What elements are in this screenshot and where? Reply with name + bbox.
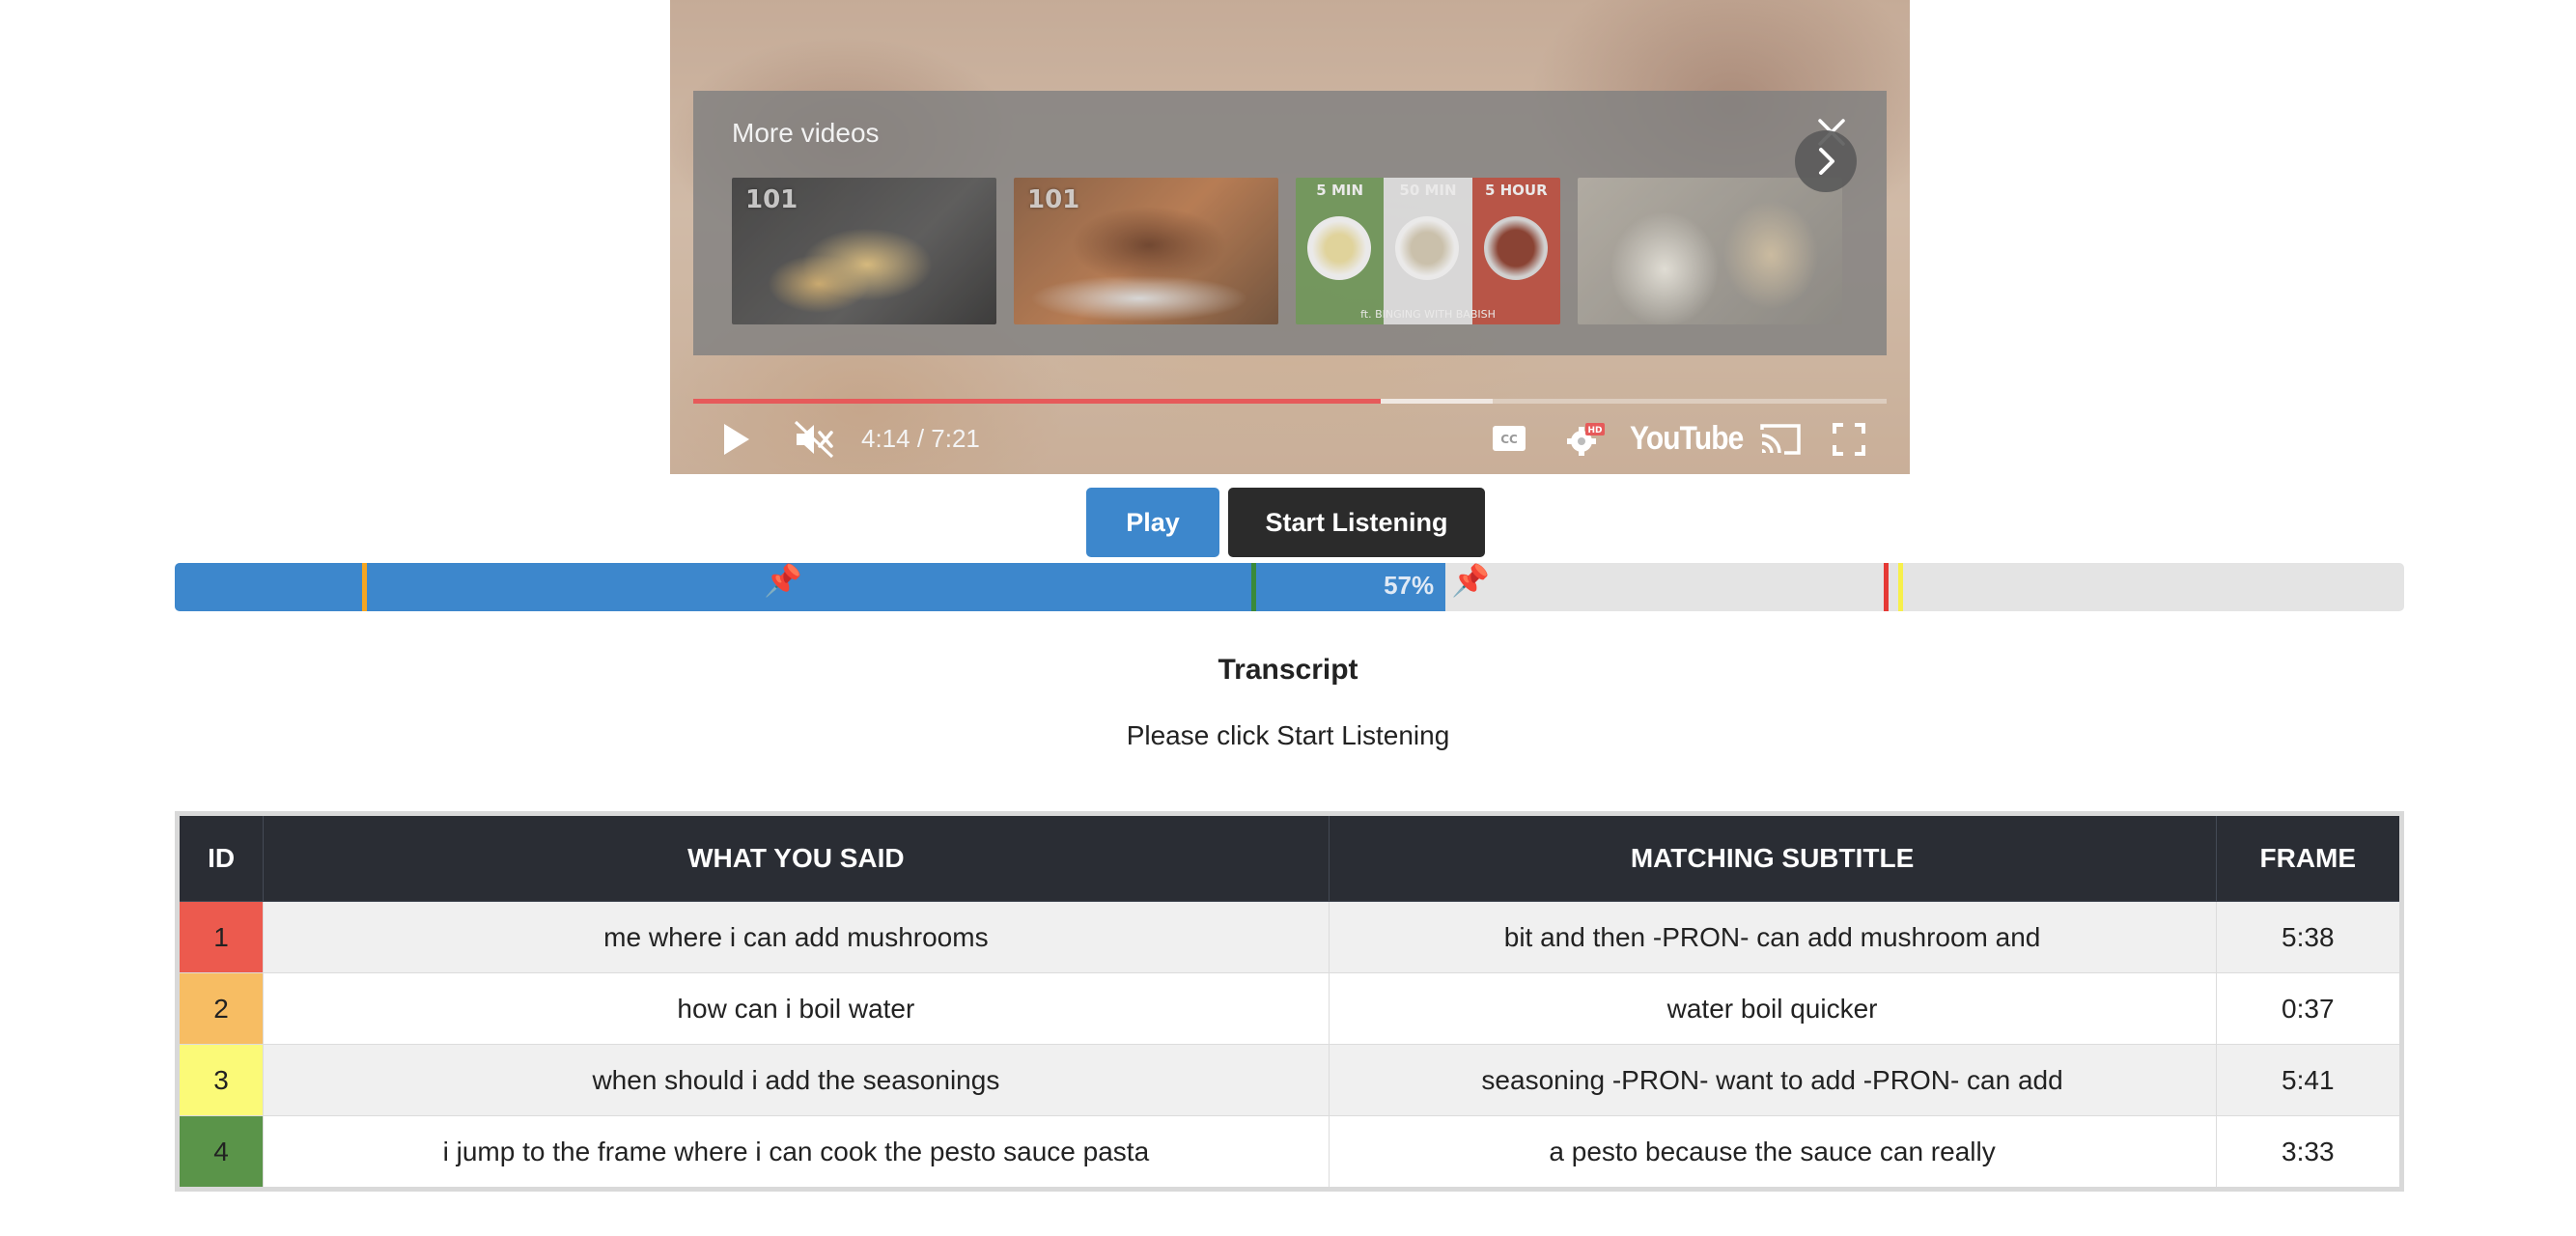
pin-icon[interactable]: 📌 xyxy=(764,565,802,596)
table-row[interactable]: 4 i jump to the frame where i can cook t… xyxy=(176,1115,2403,1190)
header-id: ID xyxy=(176,813,265,902)
captions-icon[interactable]: CC xyxy=(1491,424,1527,458)
video-thumbnail-chicken[interactable]: 101 xyxy=(1014,178,1278,324)
thumbnail-caption: 50 MIN xyxy=(1399,182,1457,199)
thumbnail-badge: 101 xyxy=(745,185,798,214)
pin-icon[interactable]: 📌 xyxy=(1451,565,1490,596)
cast-icon[interactable] xyxy=(1759,422,1802,462)
fullscreen-icon[interactable] xyxy=(1832,422,1866,462)
mute-icon[interactable] xyxy=(794,420,836,464)
timeline-marker-3[interactable] xyxy=(1898,563,1904,611)
row-frame[interactable]: 0:37 xyxy=(2215,972,2403,1045)
row-what-you-said: when should i add the seasonings xyxy=(263,1044,1330,1116)
video-thumbnail-noodles[interactable]: 5 MIN 50 MIN 5 HOUR ft. BINGING WITH BAB… xyxy=(1296,178,1560,324)
listening-timeline[interactable]: 57% 📌 📌 xyxy=(175,563,2404,611)
video-player[interactable]: More videos 101 101 5 MIN 50 MIN 5 HOUR … xyxy=(670,0,1910,474)
table-header-row: ID WHAT YOU SAID MATCHING SUBTITLE FRAME xyxy=(176,813,2403,902)
video-time: 4:14 / 7:21 xyxy=(861,424,980,453)
results-table: ID WHAT YOU SAID MATCHING SUBTITLE FRAME… xyxy=(175,811,2404,1192)
start-listening-button[interactable]: Start Listening xyxy=(1228,488,1485,557)
youtube-logo[interactable]: YouTube xyxy=(1630,420,1758,458)
hd-badge: HD xyxy=(1587,426,1602,435)
youtube-label: YouTube xyxy=(1630,420,1744,457)
row-frame[interactable]: 5:38 xyxy=(2215,901,2403,973)
timeline-marker-1[interactable] xyxy=(1883,563,1889,611)
thumbnail-subtitle: ft. BINGING WITH BABISH xyxy=(1360,308,1496,321)
transcript-hint: Please click Start Listening xyxy=(1126,720,1450,750)
row-id: 1 xyxy=(176,901,265,973)
chevron-right-icon[interactable] xyxy=(1795,130,1857,192)
row-frame[interactable]: 5:41 xyxy=(2215,1044,2403,1116)
video-thumbnail-pasta[interactable]: 101 xyxy=(732,178,996,324)
timeline-marker-4[interactable] xyxy=(1251,563,1257,611)
row-frame[interactable]: 3:33 xyxy=(2215,1115,2403,1190)
table-row[interactable]: 1 me where i can add mushrooms bit and t… xyxy=(176,901,2403,973)
timeline-marker-2[interactable] xyxy=(361,563,367,611)
row-matching-subtitle: seasoning -PRON- want to add -PRON- can … xyxy=(1328,1044,2217,1116)
table-row[interactable]: 3 when should i add the seasonings seaso… xyxy=(176,1044,2403,1116)
timeline-progress-label: 57% xyxy=(1384,571,1435,600)
row-id: 4 xyxy=(176,1115,265,1190)
play-button[interactable]: Play xyxy=(1086,488,1219,557)
more-videos-title: More videos xyxy=(732,118,880,148)
play-icon[interactable] xyxy=(720,420,753,464)
player-controls: 4:14 / 7:21 CC HD YouTube xyxy=(670,410,1910,468)
video-progress-bar[interactable] xyxy=(693,399,1887,404)
row-what-you-said: me where i can add mushrooms xyxy=(263,901,1330,973)
row-id: 3 xyxy=(176,1044,265,1116)
row-what-you-said: how can i boil water xyxy=(263,972,1330,1045)
row-matching-subtitle: a pesto because the sauce can really xyxy=(1328,1115,2217,1190)
header-frame: FRAME xyxy=(2215,813,2403,902)
thumbnail-badge: 101 xyxy=(1027,185,1080,214)
thumbnail-caption: 5 MIN xyxy=(1316,182,1364,199)
header-matching-subtitle: MATCHING SUBTITLE xyxy=(1328,813,2217,902)
more-videos-panel: More videos 101 101 5 MIN 50 MIN 5 HOUR … xyxy=(693,91,1887,355)
transcript-title: Transcript xyxy=(1218,654,1358,686)
table-row[interactable]: 2 how can i boil water water boil quicke… xyxy=(176,972,2403,1045)
video-played-bar xyxy=(693,399,1381,404)
settings-icon[interactable]: HD xyxy=(1564,420,1607,464)
row-id: 2 xyxy=(176,972,265,1045)
row-matching-subtitle: water boil quicker xyxy=(1328,972,2217,1045)
row-matching-subtitle: bit and then -PRON- can add mushroom and xyxy=(1328,901,2217,973)
row-what-you-said: i jump to the frame where i can cook the… xyxy=(263,1115,1330,1190)
thumbnail-caption: 5 HOUR xyxy=(1484,182,1548,199)
video-thumbnail-onions[interactable] xyxy=(1578,178,1842,324)
header-what-you-said: WHAT YOU SAID xyxy=(263,813,1330,902)
svg-text:CC: CC xyxy=(1500,433,1518,446)
